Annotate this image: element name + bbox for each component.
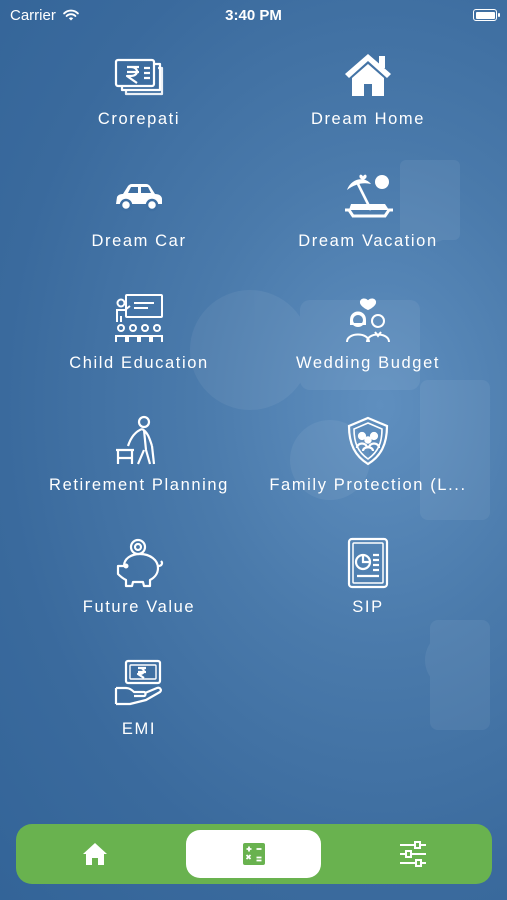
menu-item-label: EMI	[121, 720, 157, 738]
menu-item-label: Dream Car	[91, 232, 187, 250]
classroom-teacher-icon	[115, 294, 163, 342]
menu-item-label: Crorepati	[97, 110, 181, 128]
menu-item-label: Dream Vacation	[298, 232, 438, 250]
couple-heart-icon	[346, 298, 390, 343]
menu-item-child-education[interactable]: Child Education	[24, 292, 254, 392]
menu-item-label: Retirement Planning	[49, 476, 229, 494]
beach-vacation-icon	[345, 174, 393, 218]
menu-item-crorepati[interactable]: Crorepati	[24, 48, 254, 148]
menu-item-family-protection[interactable]: Family Protection (L...	[253, 414, 483, 514]
menu-item-label: Wedding Budget	[295, 354, 441, 372]
tab-settings[interactable]	[354, 830, 472, 878]
carrier-label: Carrier	[10, 6, 56, 24]
menu-item-label: Future Value	[82, 598, 196, 616]
home-icon	[83, 843, 107, 865]
bottom-tab-bar	[16, 824, 492, 884]
wifi-icon	[62, 9, 79, 21]
menu-item-label: Child Education	[69, 354, 209, 372]
tab-calculators[interactable]	[186, 830, 321, 878]
menu-item-future-value[interactable]: Future Value	[24, 536, 254, 636]
rupee-notes-icon	[114, 58, 164, 96]
tab-home[interactable]	[36, 830, 154, 878]
house-icon	[345, 54, 391, 96]
menu-item-emi[interactable]: EMI	[24, 658, 254, 758]
car-icon	[116, 184, 162, 212]
report-chart-icon	[347, 537, 389, 589]
hand-money-icon	[114, 659, 162, 706]
menu-item-retirement-planning[interactable]: Retirement Planning	[24, 414, 254, 514]
status-bar: Carrier 3:40 PM	[0, 0, 507, 30]
family-shield-icon	[347, 416, 389, 466]
menu-item-dream-car[interactable]: Dream Car	[24, 170, 254, 270]
menu-item-label: Dream Home	[310, 110, 426, 128]
piggy-bank-icon	[116, 538, 164, 588]
menu-item-dream-vacation[interactable]: Dream Vacation	[253, 170, 483, 270]
sliders-icon	[400, 841, 426, 867]
menu-item-wedding-budget[interactable]: Wedding Budget	[253, 292, 483, 392]
status-time: 3:40 PM	[225, 6, 282, 24]
battery-icon	[473, 9, 500, 21]
calculator-icon	[242, 843, 265, 865]
menu-item-label: SIP	[352, 598, 384, 616]
menu-item-label: Family Protection (L...	[269, 476, 467, 494]
status-left: Carrier	[10, 7, 80, 24]
menu-item-sip[interactable]: SIP	[253, 536, 483, 636]
menu-item-dream-home[interactable]: Dream Home	[253, 48, 483, 148]
elderly-person-icon	[116, 415, 156, 465]
